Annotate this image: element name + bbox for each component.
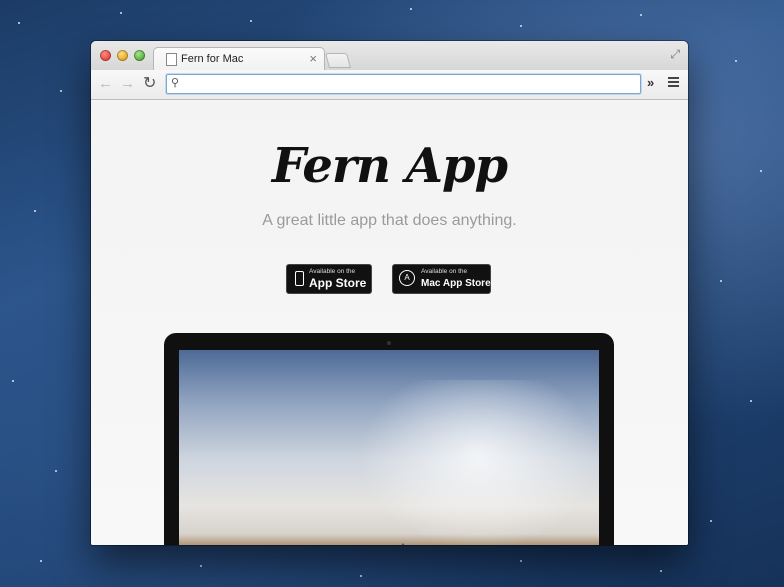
search-icon: ⚲ xyxy=(171,77,180,89)
app-store-badge[interactable]: Available on the App Store xyxy=(286,264,372,294)
camera-dot xyxy=(387,341,391,345)
address-bar[interactable]: ⚲ xyxy=(166,74,641,94)
fullscreen-icon[interactable]: ⤢ xyxy=(670,47,680,62)
badge-store-name: Mac App Store xyxy=(421,278,491,289)
close-tab-icon[interactable]: × xyxy=(309,51,317,66)
tagline: A great little app that does anything. xyxy=(262,212,517,229)
document-icon xyxy=(166,53,177,66)
minimize-window-button[interactable] xyxy=(117,50,128,61)
badge-small-text: Available on the xyxy=(421,268,468,275)
tab-active[interactable]: Fern for Mac × xyxy=(153,47,325,71)
reload-icon[interactable]: ↻ xyxy=(143,73,156,93)
iphone-icon xyxy=(295,271,304,286)
page-content: Fern App A great little app that does an… xyxy=(91,100,688,545)
browser-toolbar: ← → ↻ ⚲ » xyxy=(91,70,688,100)
badge-store-name: App Store xyxy=(309,276,367,290)
tab-bar: Fern for Mac × ⤢ xyxy=(91,41,688,71)
browser-window: Fern for Mac × ⤢ ← → ↻ ⚲ » Fern App A gr… xyxy=(91,41,688,545)
new-tab-button[interactable] xyxy=(324,53,352,68)
window-controls xyxy=(100,50,145,61)
mac-app-store-badge[interactable]: A Available on the Mac App Store xyxy=(392,264,491,294)
back-arrow-icon[interactable]: ← xyxy=(98,75,113,92)
tab-title: Fern for Mac xyxy=(181,53,244,65)
fog-overlay xyxy=(359,380,599,545)
close-window-button[interactable] xyxy=(100,50,111,61)
extensions-overflow-icon[interactable]: » xyxy=(647,75,654,90)
address-input[interactable] xyxy=(185,76,639,93)
badge-small-text: Available on the xyxy=(309,268,356,275)
forward-arrow-icon[interactable]: → xyxy=(120,75,135,92)
laptop-illustration xyxy=(164,333,614,545)
zoom-window-button[interactable] xyxy=(134,50,145,61)
app-title: Fern App xyxy=(271,138,508,194)
menu-icon[interactable] xyxy=(668,77,679,89)
mac-app-store-icon: A xyxy=(399,270,415,286)
laptop-screen xyxy=(179,350,599,545)
road-graphic xyxy=(375,543,431,545)
